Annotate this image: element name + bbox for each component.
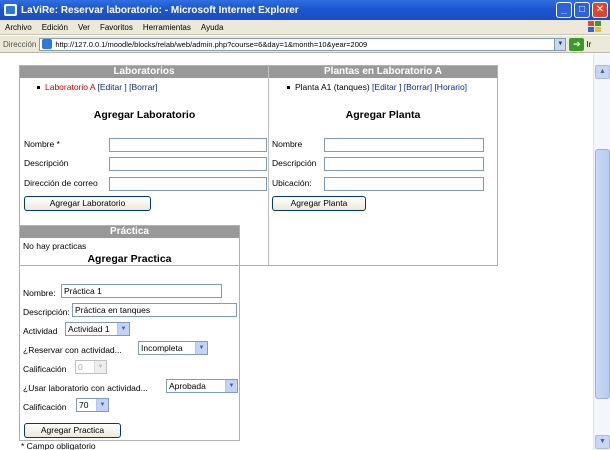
plantas-column: Plantas en Laboratorio A Planta A1 (tanq… — [269, 66, 497, 265]
practica-nombre-input[interactable]: Práctica 1 — [61, 284, 222, 298]
lab-descripcion-input[interactable] — [109, 157, 267, 171]
agregar-planta-button[interactable]: Agregar Planta — [272, 196, 366, 211]
calificacion-reservar-select[interactable]: 0 ▼ — [75, 360, 107, 374]
go-arrow-icon[interactable]: ➔ — [569, 37, 585, 51]
scrollbar-thumb[interactable] — [595, 149, 610, 399]
calificacion-usar-select[interactable]: 70 ▼ — [76, 398, 109, 412]
bullet-icon — [287, 86, 290, 90]
planta-nombre-input[interactable] — [324, 138, 484, 152]
scroll-down-icon[interactable]: ▼ — [595, 435, 610, 449]
practica-panel: Práctica No hay practicas Agregar Practi… — [19, 225, 240, 441]
close-button[interactable]: ✕ — [592, 2, 608, 18]
lab-delete-link[interactable]: [Borrar] — [129, 82, 157, 92]
campo-obligatorio-note: * Campo obligatorio — [21, 441, 96, 450]
practica-descripcion-label: Descripción: — [23, 307, 70, 317]
practica-descripcion-input[interactable]: Práctica en tanques — [72, 303, 237, 317]
planta-horario-link[interactable]: [Horario] — [434, 82, 467, 92]
list-item: Planta A1 (tanques) [Editar ] [Borrar] [… — [287, 82, 467, 92]
calificacion-label: Calificación — [23, 402, 67, 412]
windows-logo-icon — [588, 21, 602, 33]
practica-nombre-label: Nombre: — [23, 288, 56, 298]
lab-descripcion-label: Descripción — [24, 158, 69, 168]
planta-ubicacion-input[interactable] — [324, 177, 484, 191]
actividad-selected: Actividad 1 — [68, 324, 110, 334]
go-button[interactable]: Ir — [586, 40, 591, 49]
page-icon — [42, 39, 53, 49]
lab-nombre-label: Nombre * — [24, 139, 60, 149]
window-title: LaViRe: Reservar laboratorio: - Microsof… — [21, 4, 299, 16]
chevron-down-icon: ▼ — [94, 361, 106, 373]
ie-icon — [4, 4, 17, 16]
planta-delete-link[interactable]: [Borrar] — [404, 82, 432, 92]
chevron-down-icon: ▼ — [117, 323, 129, 335]
maximize-button[interactable]: □ — [574, 2, 590, 18]
lab-edit-link[interactable]: [Editar ] — [97, 82, 126, 92]
menu-archivo[interactable]: Archivo — [0, 23, 37, 32]
calificacion-reservar-selected: 0 — [78, 362, 83, 372]
planta-edit-link[interactable]: [Editar ] — [372, 82, 401, 92]
menu-herramientas[interactable]: Herramientas — [138, 23, 196, 32]
laboratorios-header: Laboratorios — [20, 66, 268, 78]
address-bar: Dirección http://127.0.0.1/moodle/blocks… — [0, 36, 610, 53]
lab-nombre-input[interactable] — [109, 138, 267, 152]
bullet-icon — [37, 86, 40, 90]
menu-bar: Archivo Edición Ver Favoritos Herramient… — [0, 20, 610, 35]
lab-correo-label: Dirección de correo — [24, 178, 98, 188]
lab-link[interactable]: Laboratorio A — [45, 82, 95, 92]
menu-ver[interactable]: Ver — [73, 23, 95, 32]
title-bar: LaViRe: Reservar laboratorio: - Microsof… — [0, 0, 610, 20]
reservar-label: ¿Reservar con actividad... — [23, 345, 122, 355]
practica-header: Práctica — [20, 226, 239, 238]
vertical-scrollbar[interactable]: ▲ ▼ — [593, 54, 610, 450]
menu-ayuda[interactable]: Ayuda — [196, 23, 229, 32]
address-url: http://127.0.0.1/moodle/blocks/relab/web… — [55, 39, 368, 49]
calificacion-label: Calificación — [23, 364, 67, 374]
agregar-planta-title: Agregar Planta — [345, 109, 421, 121]
menu-edicion[interactable]: Edición — [37, 23, 73, 32]
agregar-laboratorio-button[interactable]: Agregar Laboratorio — [24, 196, 151, 211]
planta-name: Planta A1 (tanques) — [295, 82, 370, 92]
scroll-up-icon[interactable]: ▲ — [595, 65, 610, 79]
usar-label: ¿Usar laboratorio con actividad... — [23, 383, 148, 393]
page-content: Laboratorios Laboratorio A [Editar ] [Bo… — [0, 54, 593, 450]
chevron-down-icon: ▼ — [195, 342, 207, 354]
address-input[interactable]: http://127.0.0.1/moodle/blocks/relab/web… — [39, 37, 567, 51]
reservar-select[interactable]: Incompleta ▼ — [138, 341, 208, 355]
planta-descripcion-label: Descripción — [272, 158, 317, 168]
lab-correo-input[interactable] — [109, 177, 267, 191]
agregar-practica-title: Agregar Practica — [87, 253, 172, 265]
agregar-laboratorio-title: Agregar Laboratorio — [93, 109, 196, 121]
minimize-button[interactable]: _ — [556, 2, 572, 18]
usar-selected: Aprobada — [169, 381, 206, 391]
actividad-label: Actividad — [23, 326, 58, 336]
planta-ubicacion-label: Ubicación: — [272, 178, 312, 188]
address-label: Dirección — [3, 39, 37, 49]
menu-favoritos[interactable]: Favoritos — [95, 23, 138, 32]
actividad-select[interactable]: Actividad 1 ▼ — [65, 322, 130, 336]
agregar-practica-button[interactable]: Agregar Practica — [24, 423, 121, 438]
chevron-down-icon: ▼ — [96, 399, 108, 411]
plantas-header: Plantas en Laboratorio A — [269, 66, 497, 78]
reservar-selected: Incompleta — [141, 343, 183, 353]
usar-select[interactable]: Aprobada ▼ — [166, 379, 238, 393]
planta-descripcion-input[interactable] — [324, 157, 484, 171]
address-dropdown-icon[interactable]: ▼ — [554, 38, 566, 50]
chevron-down-icon: ▼ — [225, 380, 237, 392]
list-item: Laboratorio A [Editar ] [Borrar] — [37, 82, 158, 92]
no-practicas-text: No hay practicas — [23, 241, 87, 251]
planta-nombre-label: Nombre — [272, 139, 303, 149]
calificacion-usar-selected: 70 — [79, 400, 89, 410]
